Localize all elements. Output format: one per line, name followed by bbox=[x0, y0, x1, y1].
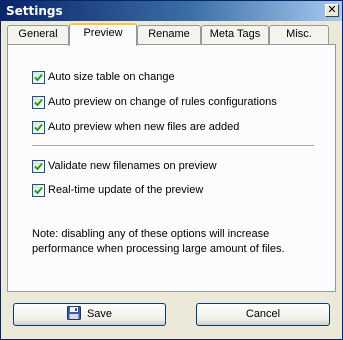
checkbox-auto-preview-rules[interactable] bbox=[32, 96, 45, 109]
tab-general[interactable]: General bbox=[7, 25, 69, 44]
option-label: Auto size table on change bbox=[48, 71, 175, 83]
option-label: Auto preview when new files are added bbox=[48, 121, 240, 133]
window-title: Settings bbox=[6, 4, 63, 18]
checkbox-auto-size-table[interactable] bbox=[32, 71, 45, 84]
option-label: Auto preview on change of rules configur… bbox=[48, 96, 277, 108]
checkbox-auto-preview-new-files[interactable] bbox=[32, 121, 45, 134]
close-button[interactable]: ✕ bbox=[325, 4, 339, 17]
separator bbox=[32, 145, 314, 147]
close-icon: ✕ bbox=[327, 3, 337, 16]
tab-preview[interactable]: Preview bbox=[69, 23, 137, 46]
checkmark-icon bbox=[34, 73, 43, 82]
save-button[interactable]: Save bbox=[13, 303, 166, 326]
tab-meta-tags[interactable]: Meta Tags bbox=[201, 25, 269, 44]
tab-misc[interactable]: Misc. bbox=[269, 25, 329, 44]
option-label: Real-time update of the preview bbox=[48, 184, 204, 196]
save-label: Save bbox=[86, 308, 113, 320]
title-bar[interactable]: Settings ✕ bbox=[1, 1, 342, 21]
option-label: Validate new filenames on preview bbox=[48, 160, 217, 172]
checkbox-validate-filenames[interactable] bbox=[32, 160, 45, 173]
checkmark-icon bbox=[34, 98, 43, 107]
cancel-button[interactable]: Cancel bbox=[196, 303, 330, 326]
cancel-label: Cancel bbox=[245, 308, 281, 320]
checkmark-icon bbox=[34, 186, 43, 195]
performance-note: Note: disabling any of these options wil… bbox=[32, 228, 285, 255]
checkmark-icon bbox=[34, 162, 43, 171]
checkbox-realtime-update[interactable] bbox=[32, 184, 45, 197]
checkmark-icon bbox=[34, 123, 43, 132]
tab-strip: General Preview Rename Meta Tags Misc. bbox=[7, 23, 336, 46]
floppy-disk-icon bbox=[66, 306, 81, 320]
tab-rename[interactable]: Rename bbox=[137, 25, 201, 44]
settings-window: Settings ✕ General Preview Rename Meta T… bbox=[0, 0, 343, 340]
preview-panel: Auto size table on change Auto preview o… bbox=[7, 44, 336, 292]
